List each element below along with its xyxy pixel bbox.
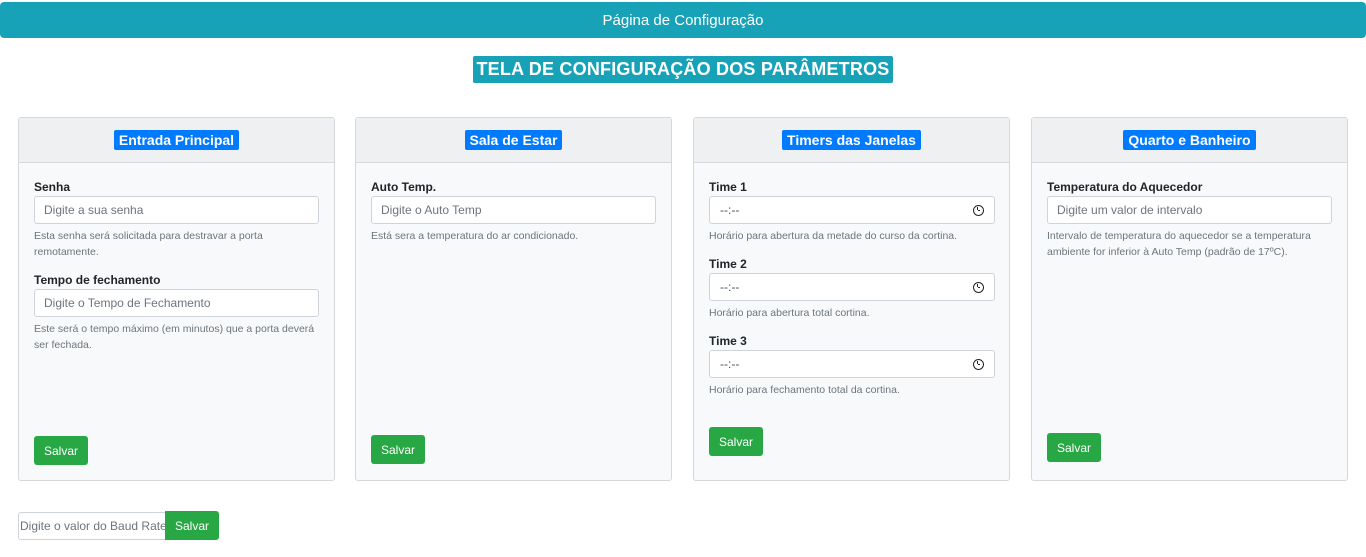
page-title: TELA DE CONFIGURAÇÃO DOS PARÂMETROS xyxy=(473,56,893,83)
tempo-fechamento-input[interactable] xyxy=(34,289,319,317)
baud-rate-input[interactable] xyxy=(18,512,166,540)
time1-help: Horário para abertura da metade do curso… xyxy=(709,230,958,242)
time3-help: Horário para fechamento total da cortina… xyxy=(709,384,900,396)
sala-save-button[interactable]: Salvar xyxy=(371,435,425,464)
card-title: Sala de Estar xyxy=(464,130,563,150)
card-title: Timers das Janelas xyxy=(782,130,921,150)
entrada-save-button[interactable]: Salvar xyxy=(34,436,88,465)
time1-input[interactable]: --:-- xyxy=(709,196,995,224)
auto-temp-help: Está sera a temperatura do ar condiciona… xyxy=(371,230,579,242)
senha-input[interactable] xyxy=(34,196,319,224)
card-quarto-banheiro: Quarto e Banheiro Temperatura do Aqueced… xyxy=(1031,117,1348,481)
card-entrada-principal: Entrada Principal Senha Esta senha será … xyxy=(18,117,335,481)
clock-icon[interactable] xyxy=(973,204,984,216)
card-timers-janelas: Timers das Janelas Time 1 --:-- Horário … xyxy=(693,117,1010,481)
senha-label: Senha xyxy=(34,180,71,194)
temp-aquecedor-label: Temperatura do Aquecedor xyxy=(1047,180,1203,194)
auto-temp-input[interactable] xyxy=(371,196,656,224)
tempo-fechamento-label: Tempo de fechamento xyxy=(34,273,161,287)
card-header: Timers das Janelas xyxy=(694,118,1009,163)
time2-input[interactable]: --:-- xyxy=(709,273,995,301)
timers-save-button[interactable]: Salvar xyxy=(709,427,763,456)
auto-temp-label: Auto Temp. xyxy=(371,180,437,194)
time2-value: --:-- xyxy=(720,280,740,294)
time3-label: Time 3 xyxy=(709,334,747,348)
time2-label: Time 2 xyxy=(709,257,747,271)
senha-help: Esta senha será solicitada para destrava… xyxy=(34,230,263,258)
time3-input[interactable]: --:-- xyxy=(709,350,995,378)
tempo-fechamento-help: Este será o tempo máximo (em minutos) qu… xyxy=(34,323,315,351)
time1-label: Time 1 xyxy=(709,180,747,194)
card-header: Sala de Estar xyxy=(356,118,671,163)
quarto-save-button[interactable]: Salvar xyxy=(1047,433,1101,462)
baud-save-button[interactable]: Salvar xyxy=(165,511,219,540)
card-sala-de-estar: Sala de Estar Auto Temp. Está sera a tem… xyxy=(355,117,672,481)
card-header: Entrada Principal xyxy=(19,118,334,163)
clock-icon[interactable] xyxy=(973,281,984,293)
time1-value: --:-- xyxy=(720,203,740,217)
card-title: Entrada Principal xyxy=(113,130,240,150)
card-header: Quarto e Banheiro xyxy=(1032,118,1347,163)
temp-aquecedor-help: Intervalo de temperatura do aquecedor se… xyxy=(1047,230,1311,258)
temp-aquecedor-input[interactable] xyxy=(1047,196,1332,224)
time3-value: --:-- xyxy=(720,357,740,371)
card-title: Quarto e Banheiro xyxy=(1123,130,1256,150)
top-navbar: Página de Configuração xyxy=(0,2,1366,38)
clock-icon[interactable] xyxy=(973,358,984,370)
time2-help: Horário para abertura total cortina. xyxy=(709,307,870,319)
navbar-title: Página de Configuração xyxy=(602,11,764,29)
